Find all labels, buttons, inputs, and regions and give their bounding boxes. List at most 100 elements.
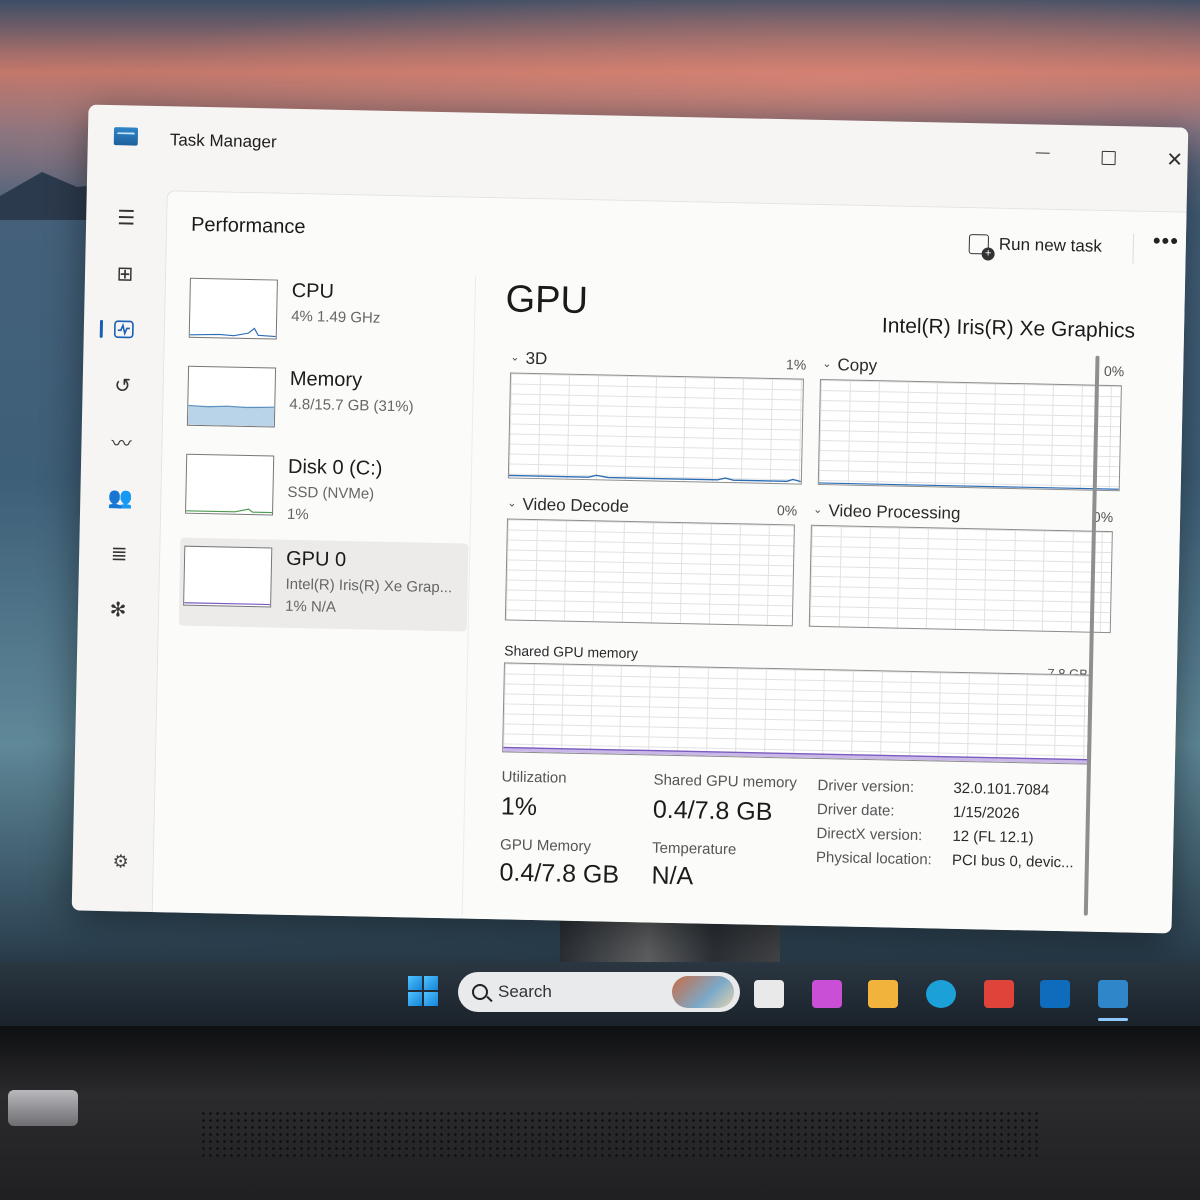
close-button[interactable]: ✕ [1151, 141, 1188, 178]
engine-selector-video-processing[interactable]: ⌄ Video Processing [813, 501, 961, 524]
search-icon [472, 984, 488, 1000]
file-explorer-icon[interactable] [868, 980, 898, 1008]
copilot-icon[interactable] [812, 980, 842, 1008]
device-name: Disk 0 (C:) [287, 455, 383, 480]
graph-copy [817, 378, 1122, 492]
windows-logo-pane [408, 992, 422, 1006]
graph-video-processing [808, 524, 1113, 634]
temperature-value: N/A [651, 861, 694, 891]
directx-version-key: DirectX version: [816, 824, 923, 845]
task-manager-taskbar-icon[interactable] [1098, 980, 1128, 1008]
shared-memory-graph-label: Shared GPU memory [504, 642, 639, 662]
gpu-detail: GPU Intel(R) Iris(R) Xe Graphics ⌄ 3D 1% … [493, 266, 1156, 929]
settings-icon[interactable]: ⚙ [108, 851, 132, 875]
physical-location-value: PCI bus 0, devic... [951, 851, 1074, 872]
engine-label: Video Decode [522, 494, 630, 516]
device-name: GPU 0 [285, 547, 347, 572]
task-view-icon[interactable] [754, 980, 784, 1008]
driver-date-value: 1/15/2026 [952, 803, 1020, 823]
processes-icon[interactable]: ⊞ [105, 253, 146, 294]
temperature-label: Temperature [651, 839, 737, 859]
laptop-hinge [8, 1090, 78, 1126]
device-detail: 4% 1.49 GHz [290, 307, 381, 327]
app-history-icon[interactable]: ↺ [102, 365, 143, 406]
device-detail: 4.8/15.7 GB (31%) [289, 395, 414, 416]
graph-video-decode [504, 518, 795, 627]
disk-thumbnail-graph [185, 453, 275, 516]
utilization-label: Utilization [501, 768, 567, 787]
chevron-down-icon: ⌄ [822, 357, 832, 371]
search-highlight-image [672, 976, 734, 1008]
device-name: CPU [291, 279, 335, 303]
outlook-icon[interactable] [1040, 980, 1070, 1008]
device-cpu[interactable]: CPU 4% 1.49 GHz [184, 270, 474, 364]
graph-shared-memory [502, 662, 1090, 765]
engine-percent: 0% [776, 502, 798, 519]
device-gpu[interactable]: GPU 0 Intel(R) Iris(R) Xe Grap... 1% N/A [178, 537, 469, 632]
engine-percent: 0% [1103, 362, 1125, 380]
left-nav: ☰ ⊞ ↺ 〰 👥 ≣ ✻ [72, 185, 167, 907]
chevron-down-icon: ⌄ [507, 497, 517, 510]
performance-icon[interactable] [103, 309, 144, 350]
content-panel: Performance Run new task ••• CPU 4% 1.49… [151, 190, 1187, 934]
gpu-thumbnail-graph [183, 545, 273, 608]
run-new-task-icon [968, 234, 990, 255]
more-options-button[interactable]: ••• [1148, 228, 1183, 265]
maximize-button[interactable] [1085, 139, 1132, 176]
store-icon[interactable] [984, 980, 1014, 1008]
driver-version-value: 32.0.101.7084 [953, 779, 1050, 799]
task-manager-window: Task Manager ✕ ☰ ⊞ ↺ 〰 👥 ≣ ✻ ⚙ Performan… [71, 104, 1189, 934]
hamburger-icon[interactable]: ☰ [106, 197, 147, 238]
device-list: CPU 4% 1.49 GHz Memory 4.8/15.7 GB (31%)… [172, 269, 477, 916]
services-icon[interactable]: ✻ [98, 589, 139, 630]
window-title: Task Manager [169, 130, 277, 152]
close-icon: ✕ [1166, 148, 1184, 172]
engine-label: Copy [837, 355, 878, 376]
run-new-task-label: Run new task [998, 234, 1103, 256]
page-title: Performance [190, 213, 306, 239]
driver-version-key: Driver version: [817, 776, 915, 797]
minimize-icon [1035, 151, 1050, 154]
device-detail-usage: 1% [286, 505, 309, 524]
edge-icon[interactable] [926, 980, 956, 1008]
graph-3d-line [508, 474, 802, 483]
taskbar: Search [0, 962, 1200, 1026]
taskbar-search[interactable]: Search [458, 972, 740, 1012]
directx-version-value: 12 (FL 12.1) [952, 827, 1034, 847]
utilization-value: 1% [500, 792, 538, 822]
chevron-down-icon: ⌄ [813, 503, 823, 517]
shared-memory-line [503, 746, 1088, 761]
toolbar-divider [1132, 233, 1135, 264]
minimize-button[interactable] [1019, 138, 1066, 175]
engine-selector-copy[interactable]: ⌄ Copy [822, 355, 877, 376]
engine-selector-video-decode[interactable]: ⌄ Video Decode [507, 494, 629, 517]
shared-memory-label: Shared GPU memory [653, 771, 798, 792]
users-icon[interactable]: 👥 [100, 477, 141, 518]
gpu-memory-value: 0.4/7.8 GB [499, 858, 620, 889]
startup-apps-icon[interactable]: 〰 [101, 421, 142, 462]
run-new-task-button[interactable]: Run new task [968, 226, 1119, 265]
device-name: Memory [289, 367, 363, 392]
active-app-indicator [1098, 1018, 1128, 1021]
details-icon[interactable]: ≣ [99, 533, 140, 574]
engine-label: Video Processing [828, 501, 961, 523]
start-button[interactable] [408, 976, 438, 1006]
chevron-down-icon: ⌄ [510, 351, 520, 364]
shared-memory-value: 0.4/7.8 GB [652, 795, 773, 827]
engine-percent: 1% [785, 356, 807, 373]
windows-logo-pane [408, 976, 422, 990]
task-manager-app-icon [113, 127, 139, 146]
device-detail: Intel(R) Iris(R) Xe Grap... [285, 575, 453, 597]
search-label: Search [498, 982, 552, 1001]
cpu-thumbnail-graph [188, 277, 278, 340]
gpu-memory-label: GPU Memory [499, 836, 592, 856]
physical-location-key: Physical location: [815, 848, 933, 869]
engine-selector-3d[interactable]: ⌄ 3D [510, 348, 547, 369]
device-disk[interactable]: Disk 0 (C:) SSD (NVMe) 1% [181, 446, 471, 540]
windows-logo-pane [424, 992, 438, 1006]
gpu-title: GPU [505, 278, 589, 323]
device-detail: SSD (NVMe) [287, 483, 375, 503]
maximize-icon [1101, 150, 1116, 166]
device-memory[interactable]: Memory 4.8/15.7 GB (31%) [182, 358, 472, 452]
device-detail-usage: 1% N/A [284, 597, 337, 616]
